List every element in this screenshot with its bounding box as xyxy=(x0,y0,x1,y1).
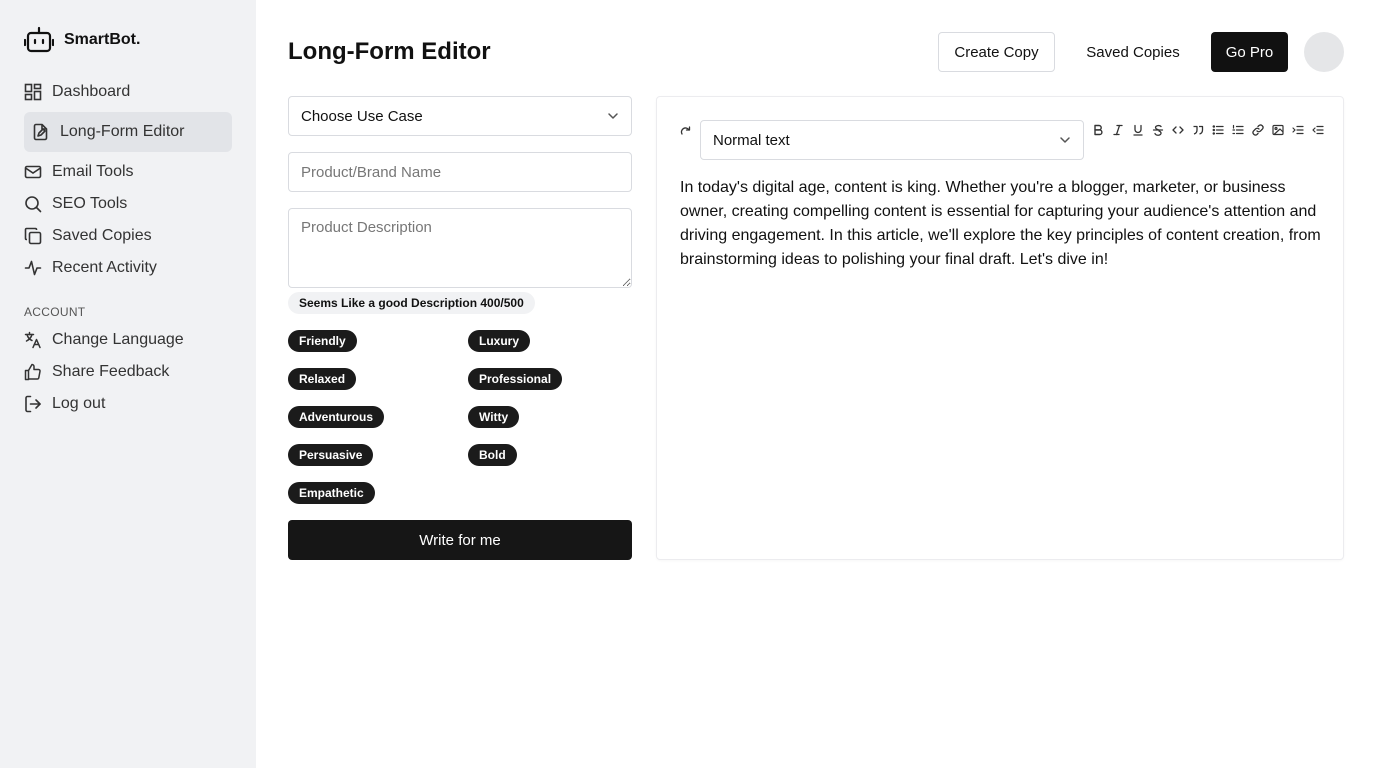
tone-chip-friendly[interactable]: Friendly xyxy=(288,330,357,352)
underline-icon[interactable] xyxy=(1131,123,1145,137)
page-title: Long-Form Editor xyxy=(288,38,491,65)
italic-icon[interactable] xyxy=(1111,123,1125,137)
sidebar-item-label: Dashboard xyxy=(52,83,131,100)
go-pro-button[interactable]: Go Pro xyxy=(1211,32,1288,72)
copy-icon xyxy=(24,227,42,245)
sidebar-item-log-out[interactable]: Log out xyxy=(24,388,232,420)
account-section-title: ACCOUNT xyxy=(24,305,86,319)
search-icon xyxy=(25,196,42,213)
tone-chip-adventurous[interactable]: Adventurous xyxy=(288,406,385,428)
sidebar-item-label: Recent Activity xyxy=(52,259,157,276)
image-icon[interactable] xyxy=(1271,123,1285,137)
block-type-value: Normal text xyxy=(713,131,790,149)
tone-chip-bold[interactable]: Bold xyxy=(468,444,517,466)
sidebar: SmartBot. Dashboard Long-Form Editor Ema… xyxy=(0,0,256,768)
thumbs-up-icon xyxy=(24,363,41,381)
sidebar-item-change-language[interactable]: Change Language xyxy=(24,324,232,356)
block-type-select[interactable]: Normal text xyxy=(700,120,1084,160)
chevron-down-icon xyxy=(1060,137,1070,143)
editor-content[interactable]: In today's digital age, content is king.… xyxy=(680,176,1328,272)
chevron-down-icon xyxy=(608,113,618,119)
activity-icon xyxy=(24,260,42,276)
robot-logo-icon xyxy=(24,26,54,53)
avatar[interactable] xyxy=(1304,32,1344,72)
tone-chip-empathetic[interactable]: Empathetic xyxy=(288,482,375,504)
sidebar-item-saved-copies[interactable]: Saved Copies xyxy=(24,220,232,252)
sidebar-item-label: Log out xyxy=(52,395,106,412)
outdent-icon[interactable] xyxy=(1311,123,1325,137)
product-description-textarea[interactable] xyxy=(288,208,632,288)
sidebar-item-long-form-editor[interactable]: Long-Form Editor xyxy=(24,112,232,152)
create-copy-button[interactable]: Create Copy xyxy=(938,32,1055,72)
dashboard-icon xyxy=(24,83,42,101)
formatting-toolbar xyxy=(1091,123,1325,137)
sidebar-item-label: Email Tools xyxy=(52,163,134,180)
redo-icon[interactable] xyxy=(680,124,692,136)
sidebar-item-seo-tools[interactable]: SEO Tools xyxy=(24,188,232,220)
use-case-select[interactable]: Choose Use Case xyxy=(288,96,632,136)
brand-name-input[interactable] xyxy=(288,152,632,192)
sidebar-item-label: Long-Form Editor xyxy=(60,123,185,140)
strikethrough-icon[interactable] xyxy=(1151,123,1165,137)
mail-icon xyxy=(24,165,42,179)
editor-panel xyxy=(656,96,1344,560)
indent-icon[interactable] xyxy=(1291,123,1305,137)
numbered-list-icon[interactable] xyxy=(1231,123,1245,137)
write-for-me-button[interactable]: Write for me xyxy=(288,520,632,560)
sidebar-item-label: Change Language xyxy=(52,331,184,348)
saved-copies-button[interactable]: Saved Copies xyxy=(1072,32,1194,72)
sidebar-item-label: SEO Tools xyxy=(52,195,128,212)
sidebar-item-recent-activity[interactable]: Recent Activity xyxy=(24,252,232,284)
bullet-list-icon[interactable] xyxy=(1211,123,1225,137)
tone-chip-relaxed[interactable]: Relaxed xyxy=(288,368,357,390)
log-out-icon xyxy=(25,395,41,413)
brand[interactable]: SmartBot. xyxy=(24,26,140,54)
link-icon[interactable] xyxy=(1251,123,1265,137)
sidebar-item-dashboard[interactable]: Dashboard xyxy=(24,76,232,108)
sidebar-item-share-feedback[interactable]: Share Feedback xyxy=(24,356,232,388)
code-icon[interactable] xyxy=(1171,123,1185,137)
sidebar-item-email-tools[interactable]: Email Tools xyxy=(24,156,232,188)
languages-icon xyxy=(24,331,41,349)
sidebar-item-label: Saved Copies xyxy=(52,227,152,244)
use-case-value: Choose Use Case xyxy=(301,107,423,125)
brand-name: SmartBot. xyxy=(64,31,141,48)
description-hint-badge: Seems Like a good Description 400/500 xyxy=(288,292,535,314)
tone-chip-professional[interactable]: Professional xyxy=(468,368,563,390)
tone-chip-witty[interactable]: Witty xyxy=(468,406,520,428)
tone-chip-luxury[interactable]: Luxury xyxy=(468,330,531,352)
quote-icon[interactable] xyxy=(1191,123,1205,137)
bold-icon[interactable] xyxy=(1091,123,1105,137)
file-pen-icon xyxy=(33,123,48,141)
sidebar-item-label: Share Feedback xyxy=(52,363,170,380)
tone-chip-persuasive[interactable]: Persuasive xyxy=(288,444,374,466)
